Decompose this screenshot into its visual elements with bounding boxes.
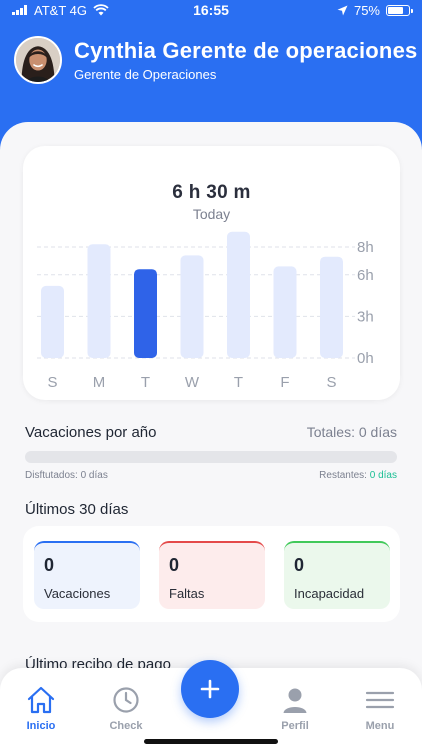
stat-vacaciones[interactable]: 0 Vacaciones xyxy=(34,541,140,609)
chart-bar[interactable] xyxy=(227,231,250,358)
user-icon xyxy=(283,688,307,713)
stat-label: Vacaciones xyxy=(44,586,111,601)
stat-value: 0 xyxy=(169,555,180,575)
profile-role: Gerente de Operaciones xyxy=(74,67,217,82)
vacaciones-progress-bar xyxy=(25,451,397,463)
avatar-image xyxy=(16,38,60,82)
tab-label: Check xyxy=(109,720,143,732)
plus-icon xyxy=(200,679,220,699)
battery-percent: 75% xyxy=(353,2,380,18)
tab-check[interactable]: Check xyxy=(91,686,161,732)
chart-y-tick: 6h xyxy=(357,267,374,284)
ultimos-header: Últimos 30 días xyxy=(25,501,397,518)
stat-value: 0 xyxy=(294,555,305,575)
chart-bar[interactable] xyxy=(87,244,111,358)
tab-label: Perfil xyxy=(281,720,309,732)
menu-icon xyxy=(365,691,395,709)
signal-icon xyxy=(12,5,27,15)
tab-label: Menu xyxy=(365,720,395,732)
wifi-icon xyxy=(93,4,109,16)
chart-bar[interactable] xyxy=(320,256,343,358)
clock-icon xyxy=(113,687,139,713)
carrier-label: AT&T 4G xyxy=(34,2,87,18)
vacaciones-title: Vacaciones por año xyxy=(25,424,157,441)
chart-bar[interactable] xyxy=(41,285,64,358)
main-sheet: 6 h 30 m Today 8h 6h 3h 0h S M T W T F S Vacacione… xyxy=(0,122,422,750)
home-indicator xyxy=(144,739,278,744)
disfrutados-label: Disftutados: 0 días xyxy=(25,470,108,481)
add-button[interactable] xyxy=(181,660,239,718)
hours-chart-card: 6 h 30 m Today 8h 6h 3h 0h S M T W T F S xyxy=(23,146,400,400)
vacaciones-header: Vacaciones por año Totales: 0 días xyxy=(25,424,397,441)
profile-name: Cynthia Gerente de operaciones xyxy=(74,38,418,63)
location-arrow-icon xyxy=(337,5,348,15)
tab-menu[interactable]: Menu xyxy=(345,686,415,732)
stat-value: 0 xyxy=(44,555,55,575)
stat-incapacidad[interactable]: 0 Incapacidad xyxy=(284,541,390,609)
weekly-hours-chart: 8h 6h 3h 0h S M T W T F S xyxy=(37,231,374,391)
chart-x-label: W xyxy=(185,374,200,391)
chart-bar[interactable] xyxy=(273,266,297,358)
tab-inicio[interactable]: Inicio xyxy=(6,686,76,732)
chart-y-tick: 3h xyxy=(357,308,374,325)
restantes-value: 0 días xyxy=(369,470,397,481)
home-icon xyxy=(27,686,55,714)
chart-x-label: S xyxy=(326,374,336,391)
stat-label: Faltas xyxy=(169,586,205,601)
chart-y-tick: 0h xyxy=(357,350,374,367)
chart-x-label: S xyxy=(47,374,57,391)
status-time: 16:55 xyxy=(193,2,229,18)
chart-y-tick: 8h xyxy=(357,239,374,256)
profile-header[interactable]: Cynthia Gerente de operaciones Gerente d… xyxy=(14,36,417,84)
chart-x-label: F xyxy=(280,374,289,391)
chart-bar[interactable] xyxy=(180,255,204,358)
tab-perfil[interactable]: Perfil xyxy=(260,686,330,732)
status-bar: AT&T 4G 16:55 75% xyxy=(0,0,422,20)
chart-x-label: T xyxy=(141,374,150,391)
battery-icon xyxy=(386,4,413,16)
restantes-label: Restantes: 0 días xyxy=(319,470,397,481)
ultimos-title: Últimos 30 días xyxy=(25,501,129,518)
avatar[interactable] xyxy=(14,36,62,84)
stat-faltas[interactable]: 0 Faltas xyxy=(159,541,265,609)
chart-x-label: T xyxy=(234,374,243,391)
chart-x-label: M xyxy=(93,374,106,391)
chart-bar[interactable] xyxy=(134,269,157,358)
vacaciones-totales: Totales: 0 días xyxy=(306,424,397,440)
bottom-tab-bar: Inicio Check Perfil Menu xyxy=(0,660,422,750)
vacaciones-progress-labels: Disftutados: 0 días Restantes: 0 días xyxy=(25,470,397,481)
ultimos-stats-card: 0 Vacaciones 0 Faltas 0 Incapacidad xyxy=(23,526,400,622)
stat-label: Incapacidad xyxy=(294,586,365,601)
tab-label: Inicio xyxy=(26,720,56,732)
